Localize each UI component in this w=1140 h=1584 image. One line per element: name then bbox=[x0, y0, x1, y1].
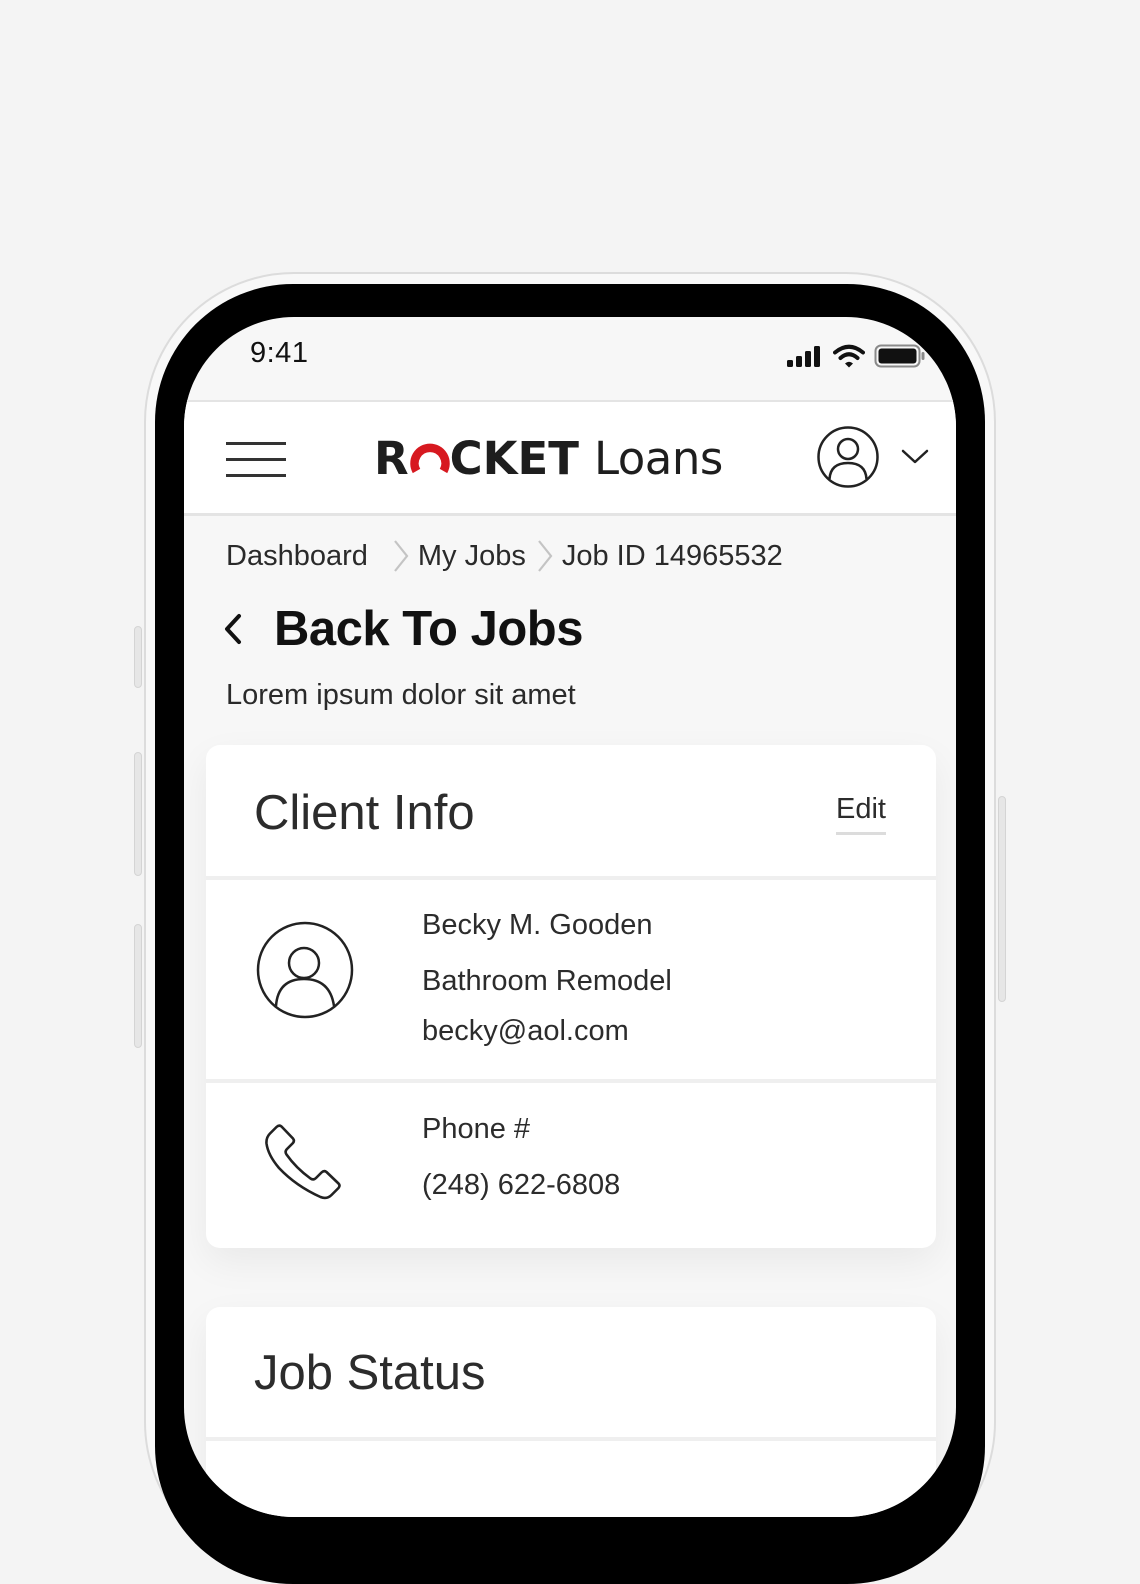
breadcrumb-separator-icon bbox=[536, 539, 554, 573]
breadcrumb-dashboard[interactable]: Dashboard bbox=[226, 540, 368, 573]
phone-screen: 9:41 R CKET Loans Dashboard My Jobs Job … bbox=[184, 317, 956, 1517]
breadcrumb-job-id: Job ID 14965532 bbox=[561, 539, 783, 572]
power-button bbox=[998, 796, 1006, 1002]
job-status-card: Job Status bbox=[206, 1307, 936, 1517]
mute-switch bbox=[134, 626, 142, 688]
page-title: Back To Jobs bbox=[274, 602, 583, 656]
brand-loans: Loans bbox=[594, 431, 723, 485]
brand-rocket-r: R bbox=[374, 431, 409, 485]
job-status-title: Job Status bbox=[254, 1346, 486, 1400]
client-avatar-icon bbox=[256, 921, 354, 1019]
brand-rocket-o-mark bbox=[409, 443, 450, 473]
phone-icon[interactable] bbox=[264, 1123, 342, 1201]
chevron-left-icon bbox=[225, 614, 241, 644]
app-header: R CKET Loans bbox=[184, 400, 956, 516]
client-phone[interactable]: (248) 622-6808 bbox=[422, 1169, 620, 1202]
breadcrumb-my-jobs[interactable]: My Jobs bbox=[418, 540, 526, 573]
client-email[interactable]: becky@aol.com bbox=[422, 1015, 629, 1048]
menu-button[interactable] bbox=[226, 440, 286, 480]
volume-up-button bbox=[134, 752, 142, 876]
brand-rocket-rest: CKET bbox=[449, 431, 579, 485]
volume-down-button bbox=[134, 924, 142, 1048]
user-avatar-icon bbox=[817, 426, 879, 488]
breadcrumb: Dashboard My Jobs Job ID 14965532 bbox=[226, 539, 783, 573]
edit-client-button[interactable]: Edit bbox=[836, 793, 886, 835]
account-menu-button[interactable] bbox=[816, 424, 936, 490]
page-subtitle: Lorem ipsum dolor sit amet bbox=[226, 679, 576, 711]
chevron-down-icon bbox=[901, 449, 929, 464]
status-time: 9:41 bbox=[250, 337, 309, 369]
back-to-jobs-link[interactable]: Back To Jobs bbox=[220, 599, 583, 659]
phone-label: Phone # bbox=[422, 1113, 531, 1145]
card-divider bbox=[206, 876, 936, 880]
client-project: Bathroom Remodel bbox=[422, 965, 672, 997]
wifi-icon bbox=[833, 344, 865, 368]
status-icons bbox=[786, 343, 926, 369]
rocket-loans-logo: R CKET Loans bbox=[374, 428, 723, 488]
card-divider bbox=[206, 1437, 936, 1441]
client-info-title: Client Info bbox=[254, 786, 475, 840]
card-divider bbox=[206, 1079, 936, 1083]
cellular-signal-icon bbox=[787, 346, 820, 367]
client-name: Becky M. Gooden bbox=[422, 909, 653, 941]
breadcrumb-separator-icon bbox=[392, 539, 410, 573]
client-info-card: Client Info Edit Becky M. Gooden Bathroo… bbox=[206, 745, 936, 1248]
battery-icon bbox=[874, 344, 925, 368]
